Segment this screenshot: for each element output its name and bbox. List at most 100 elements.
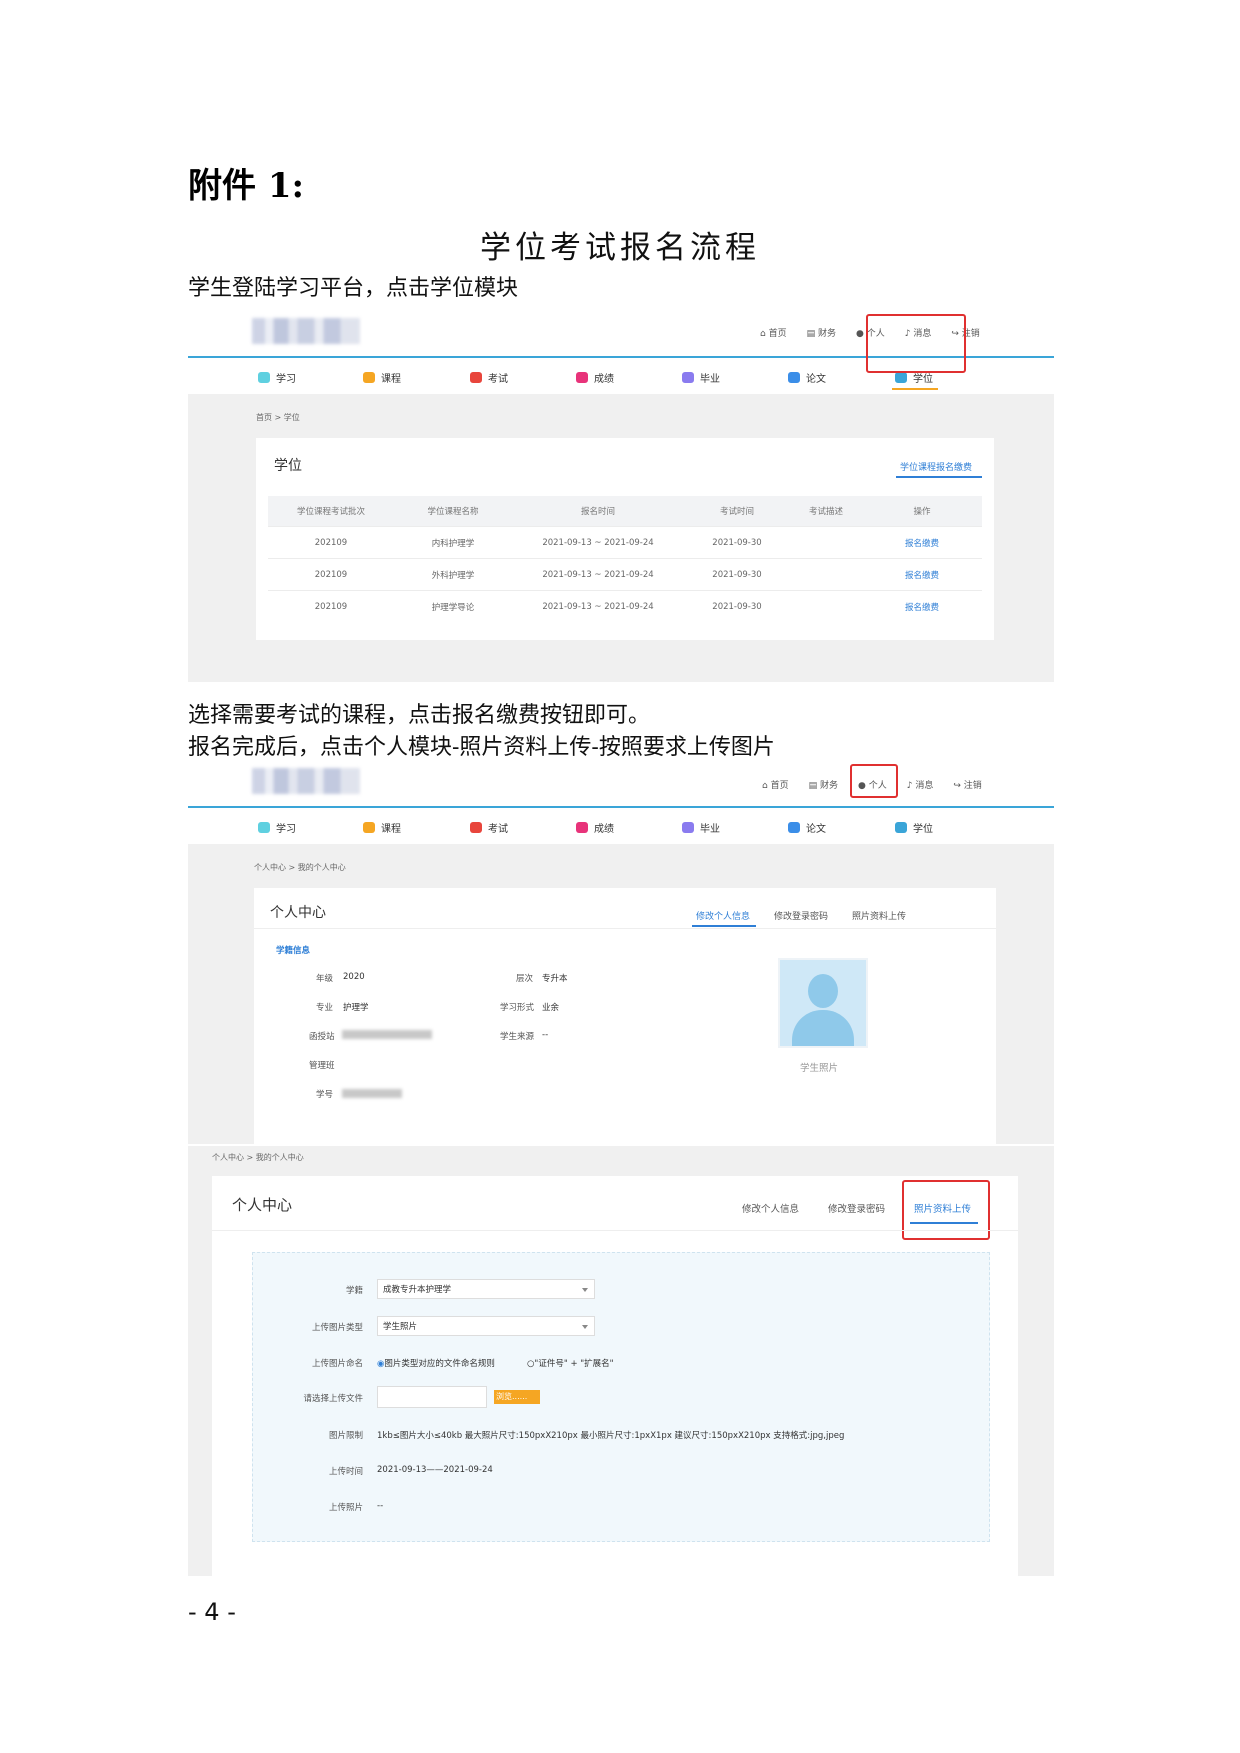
xueji-label: 学籍 xyxy=(345,1286,363,1296)
source-value: -- xyxy=(542,1030,549,1040)
score-icon xyxy=(576,372,588,383)
nav-graduate[interactable]: 毕业 xyxy=(682,820,720,835)
nav-degree[interactable]: 学位 xyxy=(895,820,933,835)
nav-course[interactable]: 课程 xyxy=(363,820,401,835)
thesis-icon xyxy=(788,372,800,383)
class-label: 管理班 xyxy=(309,1061,335,1071)
cell: 2021-09-13 ~ 2021-09-24 xyxy=(512,526,684,559)
highlight-degree xyxy=(866,314,966,373)
photo-caption: 学生照片 xyxy=(800,1063,839,1074)
signup-pay-link[interactable]: 报名缴费 xyxy=(862,590,982,622)
grade-value: 2020 xyxy=(343,972,365,982)
upload-card: 个人中心 修改个人信息 修改登录密码 照片资料上传 学籍 成教专升本护理学 上传… xyxy=(212,1176,1018,1576)
exam-icon xyxy=(470,822,482,833)
tab-change-password[interactable]: 修改登录密码 xyxy=(828,1201,885,1215)
cell: 202109 xyxy=(268,526,394,559)
nav-course[interactable]: 课程 xyxy=(363,370,401,385)
tab-edit-info[interactable]: 修改个人信息 xyxy=(742,1201,799,1215)
breadcrumb: 首页 > 学位 xyxy=(256,413,300,422)
chevron-down-icon xyxy=(582,1288,588,1292)
course-icon xyxy=(363,822,375,833)
step1-text: 学生登陆学习平台，点击学位模块 xyxy=(188,276,519,301)
student-photo xyxy=(778,958,868,1048)
nav-score[interactable]: 成绩 xyxy=(576,370,614,385)
degree-card: 学位 学位课程报名缴费 学位课程考试批次 学位课程名称 报名时间 考试时间 考试… xyxy=(256,438,994,640)
degree-icon xyxy=(895,822,907,833)
main-nav: 学习 课程 考试 成绩 毕业 论文 学位 xyxy=(188,808,1054,844)
screenshot-photo-upload: 个人中心 > 我的个人中心 个人中心 修改个人信息 修改登录密码 照片资料上传 … xyxy=(188,1146,1054,1576)
station-value-redacted xyxy=(342,1030,432,1039)
card-title: 学位 xyxy=(274,458,302,474)
card-title: 个人中心 xyxy=(270,905,326,921)
finance-link[interactable]: ▤ 财务 xyxy=(809,778,838,791)
col-signup-time: 报名时间 xyxy=(512,496,684,527)
cell: 202109 xyxy=(268,558,394,591)
tab-photo-upload[interactable]: 照片资料上传 xyxy=(852,909,906,922)
table-header: 学位课程考试批次 学位课程名称 报名时间 考试时间 考试描述 操作 xyxy=(268,496,982,527)
source-label: 学生来源 xyxy=(500,1032,535,1042)
cell xyxy=(790,590,862,622)
home-link[interactable]: ⌂ 首页 xyxy=(760,326,787,339)
graduate-icon xyxy=(682,372,694,383)
highlight-photo-upload xyxy=(902,1180,990,1240)
message-link[interactable]: ♪ 消息 xyxy=(907,778,934,791)
upload-form: 学籍 成教专升本护理学 上传图片类型 学生照片 上传图片命名 ◉图片类型对应的文… xyxy=(252,1252,990,1542)
study-icon xyxy=(258,372,270,383)
screenshot-degree: ⌂ 首页 ▤ 财务 ● 个人 ♪ 消息 ↪ 注销 学习 课程 考试 成绩 毕业 … xyxy=(188,312,1054,682)
nav-graduate[interactable]: 毕业 xyxy=(682,370,720,385)
tab-change-password[interactable]: 修改登录密码 xyxy=(774,909,828,922)
nav-study[interactable]: 学习 xyxy=(258,370,296,385)
cell: 内科护理学 xyxy=(394,526,512,559)
cell: 2021-09-30 xyxy=(684,590,790,622)
logo xyxy=(252,768,360,794)
score-icon xyxy=(576,822,588,833)
card-divider xyxy=(254,928,996,929)
nav-thesis[interactable]: 论文 xyxy=(788,820,826,835)
type-label: 上传图片类型 xyxy=(311,1323,363,1333)
xueji-select[interactable]: 成教专升本护理学 xyxy=(377,1279,595,1299)
nav-exam[interactable]: 考试 xyxy=(470,820,508,835)
naming-option-rule[interactable]: ◉图片类型对应的文件命名规则 xyxy=(377,1357,495,1369)
file-input[interactable] xyxy=(377,1386,487,1408)
col-batch: 学位课程考试批次 xyxy=(268,496,394,527)
nav-study[interactable]: 学习 xyxy=(258,820,296,835)
grade-label: 年级 xyxy=(316,974,334,984)
browse-button[interactable]: 浏览...... xyxy=(494,1390,540,1404)
table-row: 202109 外科护理学 2021-09-13 ~ 2021-09-24 202… xyxy=(268,558,982,591)
signup-pay-link[interactable]: 报名缴费 xyxy=(862,558,982,591)
appendix-heading: 附件 1: xyxy=(188,166,305,206)
degree-icon xyxy=(895,372,907,383)
signup-pay-link[interactable]: 报名缴费 xyxy=(862,526,982,559)
limit-label: 图片限制 xyxy=(328,1431,363,1441)
nav-score[interactable]: 成绩 xyxy=(576,820,614,835)
nav-thesis[interactable]: 论文 xyxy=(788,370,826,385)
type-select[interactable]: 学生照片 xyxy=(377,1316,595,1336)
tab-edit-info[interactable]: 修改个人信息 xyxy=(696,909,750,922)
degree-course-table: 学位课程考试批次 学位课程名称 报名时间 考试时间 考试描述 操作 202109… xyxy=(268,496,982,622)
tab-underline xyxy=(692,925,756,927)
step2-text: 选择需要考试的课程，点击报名缴费按钮即可。 xyxy=(188,703,651,728)
col-description: 考试描述 xyxy=(790,496,862,527)
logout-link[interactable]: ↪ 注销 xyxy=(953,778,981,791)
level-value: 专升本 xyxy=(542,974,568,984)
nav-exam[interactable]: 考试 xyxy=(470,370,508,385)
photo-value: -- xyxy=(377,1501,384,1511)
table-row: 202109 护理学导论 2021-09-13 ~ 2021-09-24 202… xyxy=(268,590,982,622)
home-link[interactable]: ⌂ 首页 xyxy=(762,778,789,791)
tab-underline xyxy=(896,476,982,478)
naming-option-id[interactable]: ○"证件号" + "扩展名" xyxy=(527,1357,614,1369)
nav-active-underline xyxy=(892,388,938,390)
course-icon xyxy=(363,372,375,383)
chevron-down-icon xyxy=(582,1325,588,1329)
card-divider xyxy=(212,1230,1018,1231)
finance-link[interactable]: ▤ 财务 xyxy=(807,326,836,339)
tab-degree-payment[interactable]: 学位课程报名缴费 xyxy=(900,460,972,473)
naming-label: 上传图片命名 xyxy=(311,1359,363,1369)
screenshot-profile: ⌂ 首页 ▤ 财务 ● 个人 ♪ 消息 ↪ 注销 学习 课程 考试 成绩 毕业 … xyxy=(188,762,1054,1144)
highlight-personal xyxy=(850,764,898,798)
cell: 2021-09-30 xyxy=(684,526,790,559)
id-label: 学号 xyxy=(316,1090,334,1100)
exam-icon xyxy=(470,372,482,383)
major-label: 专业 xyxy=(316,1003,334,1013)
thesis-icon xyxy=(788,822,800,833)
